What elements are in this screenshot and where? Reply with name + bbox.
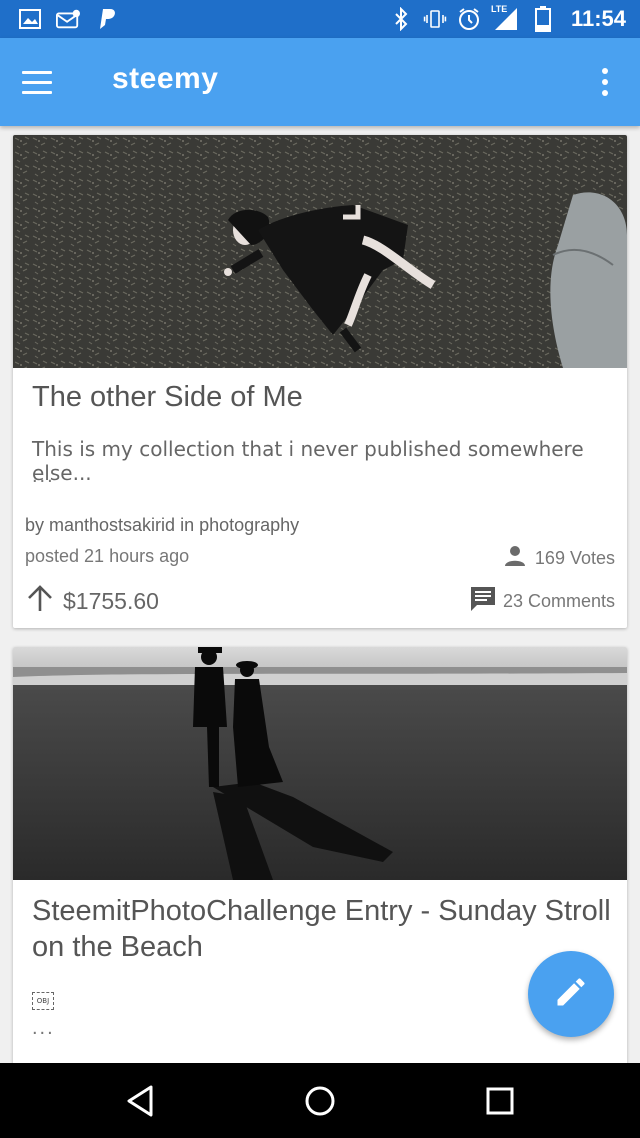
app-bar: steemy	[0, 38, 640, 126]
bluetooth-icon	[389, 7, 413, 31]
paypal-icon	[94, 7, 118, 31]
home-icon[interactable]	[300, 1081, 340, 1121]
more-vert-icon[interactable]	[590, 62, 620, 102]
status-bar: LTE 11:54	[0, 0, 640, 38]
post-excerpt: This is my collection that i never publi…	[32, 437, 584, 485]
vibrate-icon	[423, 7, 447, 31]
hamburger-menu-icon[interactable]	[22, 62, 66, 102]
person-icon	[503, 544, 527, 573]
comments-count[interactable]: 23 Comments	[469, 585, 615, 618]
post-title[interactable]: The other Side of Me	[32, 379, 303, 415]
app-title: steemy	[112, 62, 219, 95]
battery-icon	[531, 6, 555, 32]
status-clock: 11:54	[570, 6, 626, 31]
alarm-icon	[457, 7, 481, 31]
network-type-label: LTE	[490, 4, 508, 14]
mail-icon	[56, 7, 80, 31]
post-ellipsis: ...	[32, 1017, 55, 1039]
image-icon	[18, 7, 42, 31]
system-nav-bar	[0, 1063, 640, 1138]
post-author-category[interactable]: by manthostsakirid in photography	[25, 515, 299, 536]
object-placeholder-icon: OBJ	[32, 992, 54, 1010]
post-image[interactable]	[13, 647, 627, 880]
payout-amount: $1755.60	[63, 587, 159, 614]
compose-fab-button[interactable]	[528, 951, 614, 1037]
post-title[interactable]: SteemitPhotoChallenge Entry - Sunday Str…	[32, 893, 612, 965]
post-image[interactable]	[13, 135, 627, 368]
back-icon[interactable]	[120, 1081, 160, 1121]
upvote-payout[interactable]: $1755.60	[25, 583, 159, 619]
arrow-up-icon[interactable]	[25, 583, 55, 619]
votes-count[interactable]: 169 Votes	[503, 544, 615, 573]
recents-icon[interactable]	[480, 1081, 520, 1121]
edit-pencil-icon	[553, 974, 589, 1015]
signal-icon: LTE	[490, 4, 521, 31]
post-card[interactable]: The other Side of Me This is my collecti…	[13, 135, 627, 628]
votes-label: 169 Votes	[534, 548, 615, 568]
comment-icon	[469, 585, 497, 618]
comments-label: 23 Comments	[502, 591, 615, 611]
post-time: posted 21 hours ago	[25, 546, 190, 566]
post-ellipsis: ...	[32, 465, 55, 487]
